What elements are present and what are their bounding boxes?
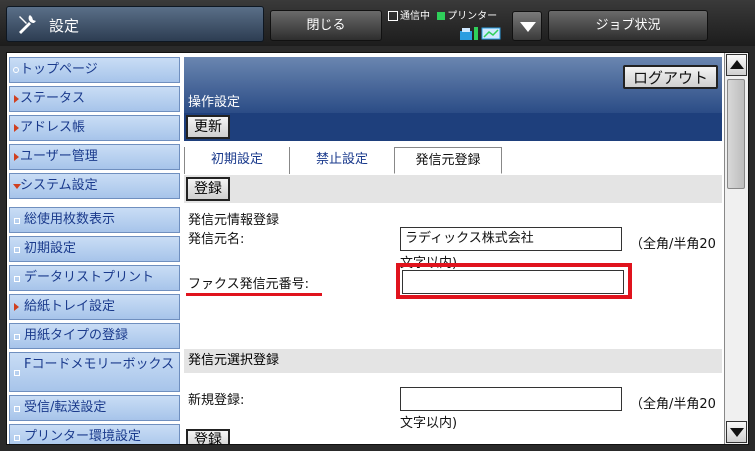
- sidebar: トップページ ステータス アドレス帳 ユーザー管理 システム設定 総使用枚数表示…: [7, 53, 182, 444]
- sidebar-item-label: Fコードメモリーボックス: [24, 357, 175, 372]
- sidebar-item-label: アドレス帳: [20, 120, 86, 135]
- scroll-down-button[interactable]: [726, 421, 747, 443]
- triangle-down-icon: [730, 428, 744, 437]
- sidebar-item-address-book[interactable]: アドレス帳: [9, 115, 180, 141]
- scroll-thumb[interactable]: [727, 79, 745, 189]
- sidebar-item-fcode-memory-box[interactable]: Fコードメモリーボックス: [9, 352, 180, 392]
- square-bullet-icon: [14, 370, 20, 376]
- sender-name-label: 発信元名:: [188, 232, 245, 247]
- arrow-right-icon: [14, 153, 19, 161]
- comm-status-icon: [388, 11, 398, 21]
- sidebar-item-receive-forward[interactable]: 受信/転送設定: [9, 395, 180, 421]
- tab-sender-registration[interactable]: 発信元登録: [394, 147, 502, 174]
- square-bullet-icon: [14, 276, 20, 282]
- settings-title-text: 設定: [49, 17, 80, 35]
- top-bar: 設定 閉じる 通信中 プリンター ジョブ状況: [0, 0, 755, 46]
- chevron-down-icon: [520, 22, 536, 32]
- circle-bullet-icon: [13, 67, 19, 73]
- scrollbar[interactable]: [724, 53, 748, 444]
- sidebar-item-total-count[interactable]: 総使用枚数表示: [9, 207, 180, 233]
- select-registration-heading: 発信元選択登録: [184, 349, 722, 373]
- square-bullet-icon: [14, 334, 20, 340]
- sidebar-item-label: 用紙タイプの登録: [24, 328, 129, 343]
- printer-status-label: プリンター: [447, 11, 498, 22]
- wrench-screwdriver-icon: [19, 15, 36, 34]
- sidebar-item-data-list-print[interactable]: データリストプリント: [9, 265, 180, 291]
- register-bar: 登録: [184, 175, 722, 203]
- sidebar-item-label: 総使用枚数表示: [24, 212, 116, 227]
- register-button[interactable]: 登録: [186, 177, 230, 201]
- close-button[interactable]: 閉じる: [270, 10, 382, 41]
- tab-prohibit-settings[interactable]: 禁止設定: [289, 147, 394, 174]
- sidebar-item-status[interactable]: ステータス: [9, 86, 180, 112]
- page-title: 操作設定: [188, 95, 241, 110]
- settings-title: 設定: [6, 6, 264, 42]
- sidebar-item-label: トップページ: [20, 62, 98, 77]
- sidebar-item-label: ユーザー管理: [20, 149, 98, 164]
- sidebar-item-label: 初期設定: [24, 241, 77, 256]
- square-bullet-icon: [14, 435, 20, 441]
- fax-number-input[interactable]: [402, 270, 624, 294]
- sidebar-item-system-settings[interactable]: システム設定: [9, 173, 180, 199]
- sidebar-item-label: データリストプリント: [24, 270, 155, 285]
- sidebar-item-label: システム設定: [20, 178, 98, 193]
- fax-number-label: ファクス発信元番号:: [188, 277, 309, 292]
- tab-bar: 初期設定 禁止設定 発信元登録: [184, 147, 722, 176]
- register-button-2[interactable]: 登録: [186, 429, 230, 444]
- triangle-up-icon: [730, 60, 744, 69]
- arrow-down-icon: [13, 184, 21, 189]
- square-bullet-icon: [14, 247, 20, 253]
- logout-button[interactable]: ログアウト: [622, 65, 718, 89]
- printer-status-icon: [437, 12, 446, 20]
- device-status: 通信中 プリンター: [388, 7, 504, 43]
- sidebar-item-user-management[interactable]: ユーザー管理: [9, 144, 180, 170]
- comm-status-label: 通信中: [400, 11, 430, 22]
- update-button[interactable]: 更新: [186, 115, 230, 139]
- sidebar-item-top-page[interactable]: トップページ: [9, 57, 180, 83]
- new-registration-note: （全角/半角20文字以内): [400, 397, 716, 431]
- arrow-right-icon: [14, 124, 19, 132]
- main-panel: ログアウト 操作設定 更新 初期設定 禁止設定 発信元登録 登録 発信元情報登録…: [184, 53, 724, 444]
- sidebar-item-paper-type[interactable]: 用紙タイプの登録: [9, 323, 180, 349]
- sender-info-heading: 発信元情報登録: [188, 213, 280, 228]
- content-frame: トップページ ステータス アドレス帳 ユーザー管理 システム設定 総使用枚数表示…: [6, 52, 749, 445]
- update-bar: 更新: [184, 113, 722, 141]
- highlight-underline: [186, 293, 322, 296]
- new-registration-label: 新規登録:: [188, 393, 245, 408]
- job-status-button[interactable]: ジョブ状況: [548, 10, 708, 41]
- sidebar-item-printer-env[interactable]: プリンター環境設定: [9, 424, 180, 444]
- sidebar-item-label: 給紙トレイ設定: [24, 299, 116, 314]
- sidebar-item-label: 受信/転送設定: [24, 400, 107, 415]
- arrow-right-icon: [14, 95, 19, 103]
- scroll-up-button[interactable]: [726, 54, 747, 76]
- sidebar-item-initial-settings[interactable]: 初期設定: [9, 236, 180, 262]
- arrow-right-icon: [14, 303, 19, 311]
- sidebar-item-label: ステータス: [20, 91, 86, 106]
- page-header: ログアウト 操作設定: [184, 57, 722, 113]
- square-bullet-icon: [14, 406, 20, 412]
- sidebar-item-paper-tray[interactable]: 給紙トレイ設定: [9, 294, 180, 320]
- sidebar-item-label: プリンター環境設定: [24, 429, 142, 444]
- square-bullet-icon: [14, 218, 20, 224]
- tab-initial-settings[interactable]: 初期設定: [184, 147, 289, 174]
- status-dropdown-button[interactable]: [512, 11, 542, 41]
- printer-device-icon: [460, 27, 501, 40]
